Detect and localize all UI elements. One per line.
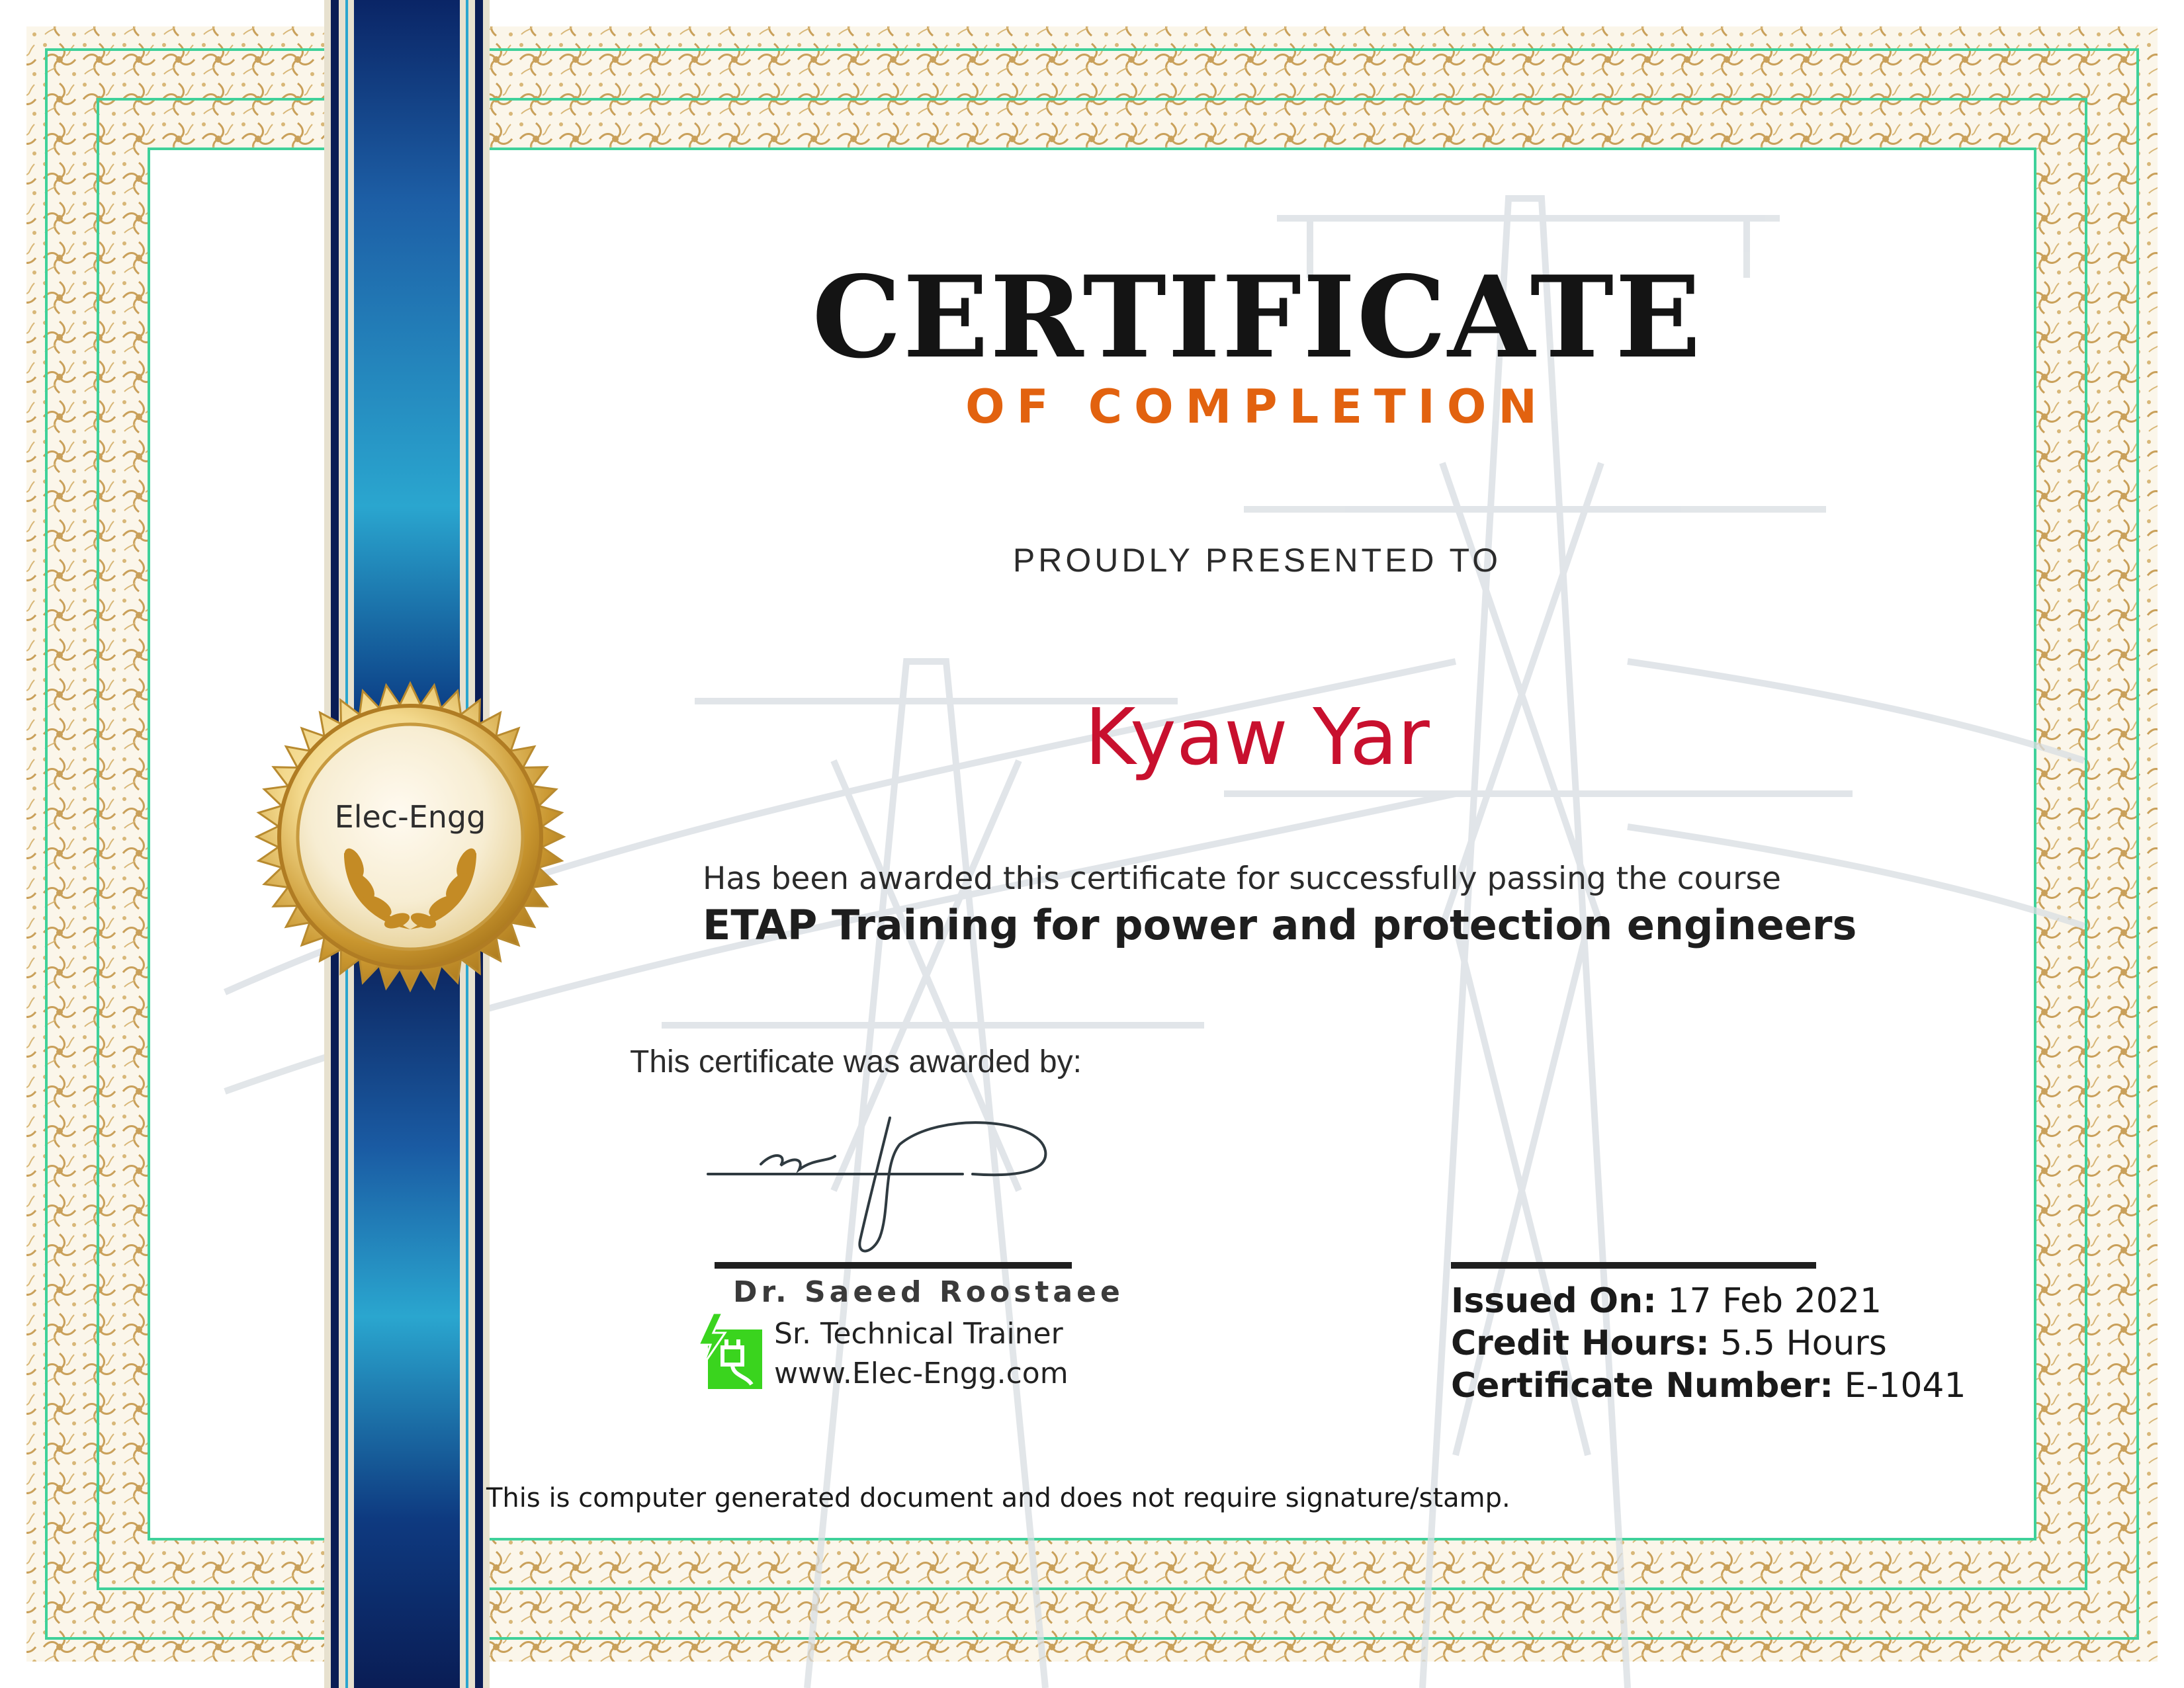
seal-text: Elec-Engg xyxy=(334,799,486,835)
certificate-title: CERTIFICATE xyxy=(812,251,1702,384)
certificate-details: Issued On: 17 Feb 2021 Credit Hours: 5.5… xyxy=(1451,1280,1966,1407)
issued-on-value: 17 Feb 2021 xyxy=(1667,1281,1882,1321)
signature-line xyxy=(715,1262,1072,1269)
signatory-website: www.Elec-Engg.com xyxy=(774,1357,1069,1390)
credit-hours-label: Credit Hours: xyxy=(1451,1324,1710,1363)
award-statement: Has been awarded this certificate for su… xyxy=(703,861,1781,897)
presented-to-label: PROUDLY PRESENTED TO xyxy=(1012,542,1502,579)
certificate-number-label: Certificate Number: xyxy=(1451,1366,1834,1406)
certificate-number-value: E-1041 xyxy=(1844,1366,1966,1406)
plug-lightning-icon xyxy=(693,1312,766,1392)
issued-on-label: Issued On: xyxy=(1451,1281,1657,1321)
awarded-by-label: This certificate was awarded by: xyxy=(630,1044,1082,1079)
issued-on-row: Issued On: 17 Feb 2021 xyxy=(1451,1280,1966,1322)
signatory-name: Dr. Saeed Roostaee xyxy=(733,1275,1124,1309)
footer-note: This is computer generated document and … xyxy=(486,1483,1510,1513)
details-line xyxy=(1451,1262,1816,1269)
credit-hours-value: 5.5 Hours xyxy=(1720,1324,1887,1363)
certificate-page: CERTIFICATE OF COMPLETION PROUDLY PRESEN… xyxy=(0,0,2184,1688)
gold-seal xyxy=(254,681,566,993)
recipient-name: Kyaw Yar xyxy=(1084,691,1430,782)
certificate-number-row: Certificate Number: E-1041 xyxy=(1451,1365,1966,1407)
credit-hours-row: Credit Hours: 5.5 Hours xyxy=(1451,1322,1966,1365)
certificate-subtitle: OF COMPLETION xyxy=(965,380,1549,434)
course-name: ETAP Training for power and protection e… xyxy=(703,901,1857,949)
signatory-title: Sr. Technical Trainer xyxy=(774,1317,1063,1351)
